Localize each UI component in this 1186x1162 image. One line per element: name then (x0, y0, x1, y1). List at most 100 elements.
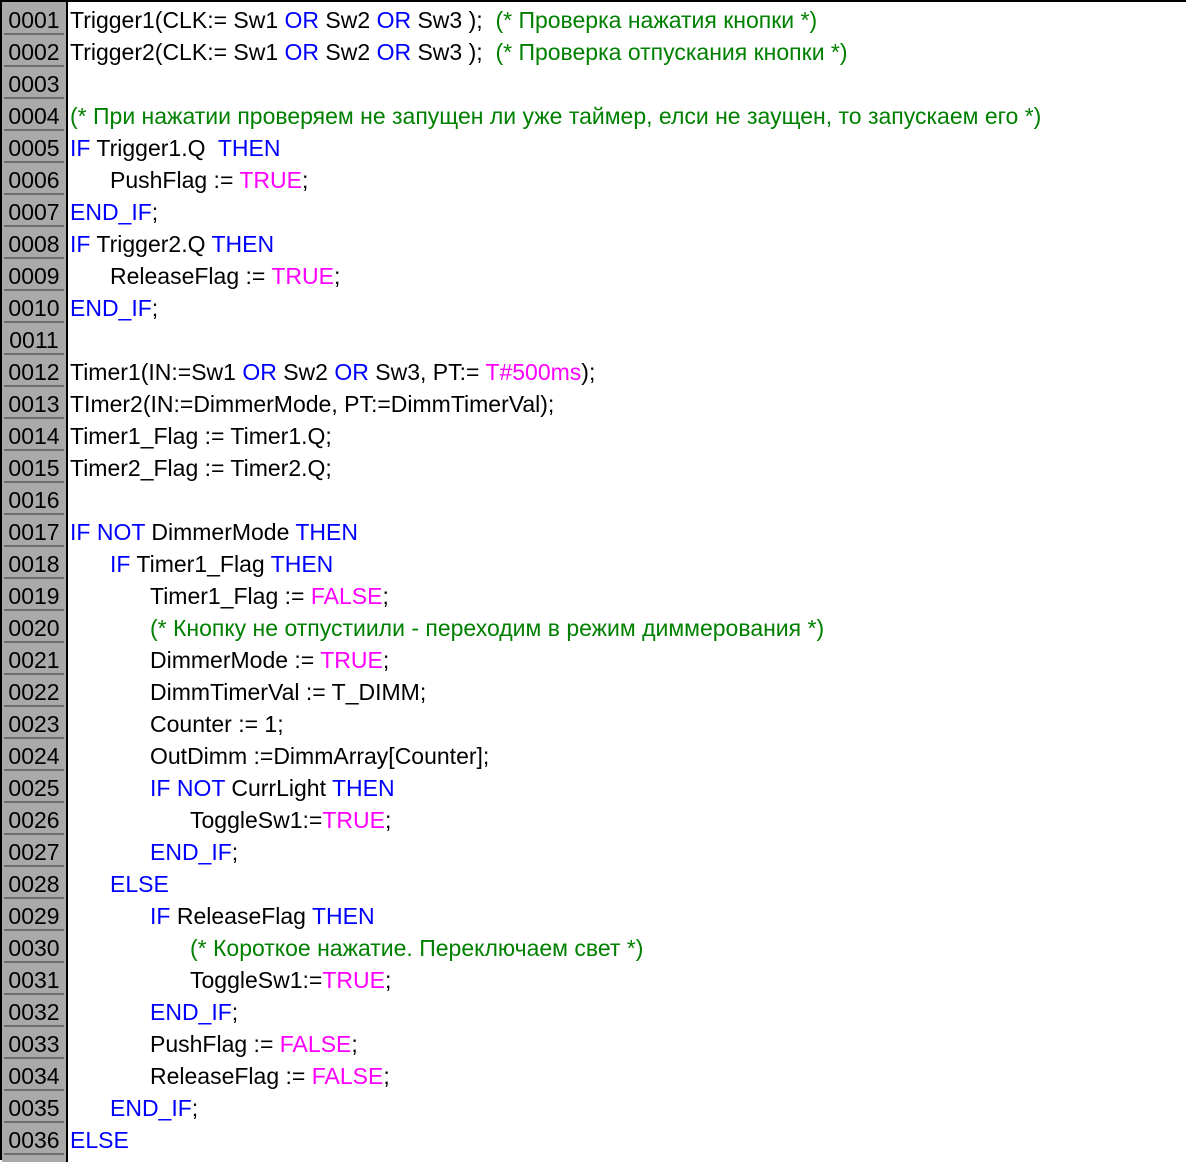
code-text[interactable]: IF ReleaseFlag THEN (70, 900, 375, 932)
code-text[interactable]: END_IF; (70, 836, 238, 868)
code-line[interactable]: 0004 (* При нажатии проверяем не запущен … (2, 100, 1186, 132)
identifier-token: Sw2 (319, 7, 377, 33)
code-text[interactable]: END_IF; (70, 196, 158, 228)
identifier-token: ; (384, 807, 392, 833)
code-line[interactable]: 0031 ToggleSw1:=TRUE; (2, 964, 1186, 996)
code-text[interactable]: ToggleSw1:=TRUE; (70, 964, 391, 996)
code-text[interactable]: IF NOT DimmerMode THEN (70, 516, 358, 548)
code-line[interactable]: 0025 IF NOT CurrLight THEN (2, 772, 1186, 804)
code-text[interactable]: Timer1(IN:=Sw1 OR Sw2 OR Sw3, PT:= T#500… (70, 356, 595, 388)
identifier-token: ReleaseFlag := (150, 1063, 312, 1089)
code-text[interactable]: OutDimm :=DimmArray[Counter]; (70, 740, 489, 772)
line-number: 0029 (4, 901, 64, 931)
code-text[interactable]: ELSE (70, 868, 169, 900)
code-text[interactable]: Trigger2(CLK:= Sw1 OR Sw2 OR Sw3 ); (* П… (70, 36, 848, 68)
keyword-token: IF (150, 903, 171, 929)
code-lines[interactable]: 0001 Trigger1(CLK:= Sw1 OR Sw2 OR Sw3 ); … (2, 4, 1186, 1156)
line-number: 0025 (4, 773, 64, 803)
code-text[interactable]: Timer1_Flag := FALSE; (70, 580, 389, 612)
code-line[interactable]: 0001 Trigger1(CLK:= Sw1 OR Sw2 OR Sw3 ); … (2, 4, 1186, 36)
code-text[interactable]: IF Trigger2.Q THEN (70, 228, 274, 260)
code-line[interactable]: 0035 END_IF; (2, 1092, 1186, 1124)
code-line[interactable]: 0016 (2, 484, 1186, 516)
line-number: 0030 (4, 933, 64, 963)
code-line[interactable]: 0010 END_IF; (2, 292, 1186, 324)
code-text[interactable]: END_IF; (70, 996, 238, 1028)
code-line[interactable]: 0008 IF Trigger2.Q THEN (2, 228, 1186, 260)
code-line[interactable]: 0024 OutDimm :=DimmArray[Counter]; (2, 740, 1186, 772)
code-line[interactable]: 0005 IF Trigger1.Q THEN (2, 132, 1186, 164)
code-line[interactable]: 0023 Counter := 1; (2, 708, 1186, 740)
code-text[interactable]: END_IF; (70, 1092, 198, 1124)
code-line[interactable]: 0002 Trigger2(CLK:= Sw1 OR Sw2 OR Sw3 ); … (2, 36, 1186, 68)
code-line[interactable]: 0006 PushFlag := TRUE; (2, 164, 1186, 196)
code-text[interactable]: (* При нажатии проверяем не запущен ли у… (70, 100, 1041, 132)
code-text[interactable]: IF Timer1_Flag THEN (70, 548, 333, 580)
keyword-token: IF (110, 551, 131, 577)
code-text[interactable]: ReleaseFlag := TRUE; (70, 260, 340, 292)
line-number: 0036 (4, 1125, 64, 1155)
keyword-token: IF NOT (150, 775, 225, 801)
code-text[interactable]: TImer2(IN:=DimmerMode, PT:=DimmTimerVal)… (70, 388, 554, 420)
code-line[interactable]: 0017 IF NOT DimmerMode THEN (2, 516, 1186, 548)
code-text[interactable]: (* Кнопку не отпустиили - переходим в ре… (70, 612, 824, 644)
line-number: 0028 (4, 869, 64, 899)
code-line[interactable]: 0021 DimmerMode := TRUE; (2, 644, 1186, 676)
identifier-token: ReleaseFlag := (110, 263, 272, 289)
code-line[interactable]: 0033 PushFlag := FALSE; (2, 1028, 1186, 1060)
literal-token: FALSE (311, 1063, 384, 1089)
identifier-token: Sw3 ); (411, 7, 496, 33)
code-text[interactable]: ELSE (70, 1124, 129, 1156)
comment-token: (* Короткое нажатие. Переключаем свет *) (190, 935, 644, 961)
identifier-token: Trigger1(CLK:= Sw1 (70, 7, 285, 33)
identifier-token: DimmerMode := (150, 647, 321, 673)
code-text[interactable]: (* Короткое нажатие. Переключаем свет *) (70, 932, 643, 964)
code-text[interactable]: Counter := 1; (70, 708, 284, 740)
code-line[interactable]: 0007 END_IF; (2, 196, 1186, 228)
code-line[interactable]: 0029 IF ReleaseFlag THEN (2, 900, 1186, 932)
line-number: 0014 (4, 421, 64, 451)
code-text[interactable]: Timer2_Flag := Timer2.Q; (70, 452, 332, 484)
identifier-token: Sw3, PT:= (368, 359, 486, 385)
code-text[interactable]: ReleaseFlag := FALSE; (70, 1060, 390, 1092)
identifier-token: Timer1_Flag := Timer1.Q; (70, 423, 332, 449)
comment-token: (* Кнопку не отпустиили - переходим в ре… (150, 615, 825, 641)
code-editor[interactable]: 0001 Trigger1(CLK:= Sw1 OR Sw2 OR Sw3 ); … (0, 0, 1186, 1162)
code-line[interactable]: 0028 ELSE (2, 868, 1186, 900)
code-line[interactable]: 0030 (* Короткое нажатие. Переключаем све… (2, 932, 1186, 964)
literal-token: TRUE (271, 263, 334, 289)
identifier-token: ToggleSw1:= (190, 807, 323, 833)
code-text[interactable]: PushFlag := TRUE; (70, 164, 308, 196)
identifier-token: ; (231, 839, 239, 865)
line-number: 0005 (4, 133, 64, 163)
code-line[interactable]: 0013 TImer2(IN:=DimmerMode, PT:=DimmTimer… (2, 388, 1186, 420)
code-text[interactable]: END_IF; (70, 292, 158, 324)
code-text[interactable]: PushFlag := FALSE; (70, 1028, 358, 1060)
code-text[interactable]: Trigger1(CLK:= Sw1 OR Sw2 OR Sw3 ); (* П… (70, 4, 817, 36)
code-line[interactable]: 0032 END_IF; (2, 996, 1186, 1028)
code-text[interactable]: DimmTimerVal := T_DIMM; (70, 676, 426, 708)
line-number: 0035 (4, 1093, 64, 1123)
identifier-token: PushFlag := (110, 167, 240, 193)
code-text[interactable]: DimmerMode := TRUE; (70, 644, 389, 676)
code-line[interactable]: 0018 IF Timer1_Flag THEN (2, 548, 1186, 580)
code-line[interactable]: 0026 ToggleSw1:=TRUE; (2, 804, 1186, 836)
code-text[interactable]: IF NOT CurrLight THEN (70, 772, 395, 804)
code-line[interactable]: 0020 (* Кнопку не отпустиили - переходим … (2, 612, 1186, 644)
code-line[interactable]: 0009 ReleaseFlag := TRUE; (2, 260, 1186, 292)
code-line[interactable]: 0014 Timer1_Flag := Timer1.Q; (2, 420, 1186, 452)
code-line[interactable]: 0027 END_IF; (2, 836, 1186, 868)
code-line[interactable]: 0036 ELSE (2, 1124, 1186, 1156)
code-line[interactable]: 0012 Timer1(IN:=Sw1 OR Sw2 OR Sw3, PT:= T… (2, 356, 1186, 388)
code-line[interactable]: 0003 (2, 68, 1186, 100)
code-line[interactable]: 0019 Timer1_Flag := FALSE; (2, 580, 1186, 612)
code-line[interactable]: 0034 ReleaseFlag := FALSE; (2, 1060, 1186, 1092)
keyword-token: THEN (295, 519, 358, 545)
line-number: 0031 (4, 965, 64, 995)
code-text[interactable]: IF Trigger1.Q THEN (70, 132, 281, 164)
code-line[interactable]: 0022 DimmTimerVal := T_DIMM; (2, 676, 1186, 708)
code-text[interactable]: Timer1_Flag := Timer1.Q; (70, 420, 332, 452)
code-line[interactable]: 0011 (2, 324, 1186, 356)
code-text[interactable]: ToggleSw1:=TRUE; (70, 804, 391, 836)
code-line[interactable]: 0015 Timer2_Flag := Timer2.Q; (2, 452, 1186, 484)
